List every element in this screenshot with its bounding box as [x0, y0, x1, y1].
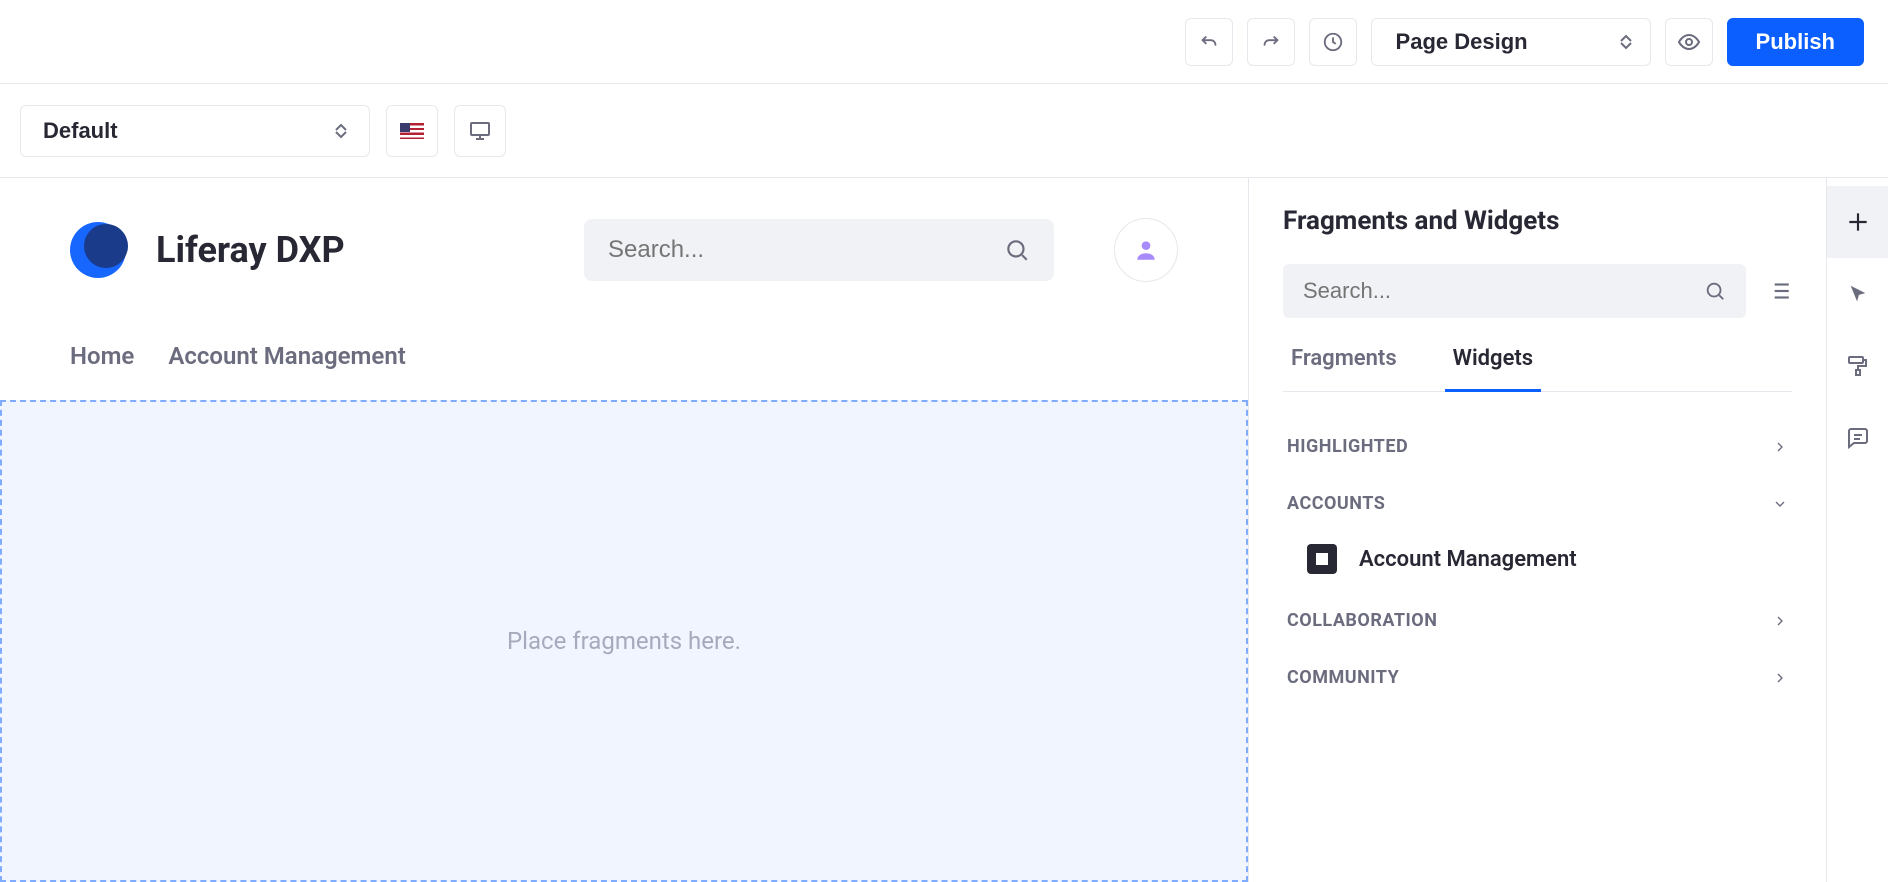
widget-icon	[1307, 544, 1337, 574]
panel-search-row	[1283, 264, 1792, 318]
side-rail	[1826, 178, 1888, 882]
panel-search-input[interactable]	[1303, 278, 1704, 304]
liferay-logo-icon	[70, 222, 126, 278]
undo-icon	[1198, 31, 1220, 53]
sub-toolbar: Default	[0, 84, 1888, 178]
category-label: COMMUNITY	[1287, 667, 1399, 688]
sort-icon	[1620, 34, 1632, 50]
sort-icon	[335, 123, 347, 139]
viewport-button[interactable]	[454, 105, 506, 157]
page-search[interactable]	[584, 219, 1054, 281]
chevron-right-icon	[1772, 613, 1788, 629]
panel-title: Fragments and Widgets	[1283, 206, 1792, 236]
tab-fragments[interactable]: Fragments	[1283, 346, 1405, 392]
category-community[interactable]: COMMUNITY	[1283, 649, 1792, 706]
category-label: COLLABORATION	[1287, 610, 1437, 631]
top-toolbar: Page Design Publish	[0, 0, 1888, 84]
canvas: Liferay DXP Home Account Management Plac…	[0, 178, 1248, 882]
page-header: Liferay DXP	[0, 178, 1248, 282]
flag-us-icon	[400, 123, 424, 139]
page-nav: Home Account Management	[0, 282, 1248, 400]
mode-label: Page Design	[1396, 29, 1528, 55]
nav-link-home[interactable]: Home	[70, 342, 134, 370]
category-collaboration[interactable]: COLLABORATION	[1283, 592, 1792, 649]
undo-button[interactable]	[1185, 18, 1233, 66]
comment-icon	[1846, 426, 1870, 450]
redo-icon	[1260, 31, 1282, 53]
category-accounts[interactable]: ACCOUNTS	[1283, 475, 1792, 532]
category-label: HIGHLIGHTED	[1287, 436, 1408, 457]
experience-select[interactable]: Default	[20, 105, 370, 157]
widget-item-account-management[interactable]: Account Management	[1283, 532, 1792, 592]
plus-icon	[1845, 209, 1871, 235]
nav-link-account-management[interactable]: Account Management	[168, 342, 405, 370]
chevron-right-icon	[1772, 439, 1788, 455]
widget-label: Account Management	[1359, 547, 1577, 572]
eye-icon	[1677, 30, 1701, 54]
category-highlighted[interactable]: HIGHLIGHTED	[1283, 418, 1792, 475]
panel-tabs: Fragments Widgets	[1283, 346, 1792, 392]
language-button[interactable]	[386, 105, 438, 157]
rail-design-button[interactable]	[1827, 330, 1888, 402]
publish-button[interactable]: Publish	[1727, 18, 1864, 66]
category-label: ACCOUNTS	[1287, 493, 1385, 514]
redo-button[interactable]	[1247, 18, 1295, 66]
chevron-right-icon	[1772, 670, 1788, 686]
search-icon	[1704, 280, 1726, 302]
brand-title: Liferay DXP	[156, 229, 345, 271]
list-icon	[1766, 278, 1792, 304]
cursor-icon	[1847, 283, 1869, 305]
desktop-icon	[468, 119, 492, 143]
publish-label: Publish	[1756, 29, 1835, 55]
fragment-dropzone[interactable]: Place fragments here.	[0, 400, 1248, 882]
dropzone-text: Place fragments here.	[507, 627, 741, 655]
tab-widgets[interactable]: Widgets	[1445, 346, 1541, 392]
clock-icon	[1322, 31, 1344, 53]
rail-add-button[interactable]	[1827, 186, 1888, 258]
user-avatar-button[interactable]	[1114, 218, 1178, 282]
user-icon	[1133, 237, 1159, 263]
rail-comments-button[interactable]	[1827, 402, 1888, 474]
panel-search[interactable]	[1283, 264, 1746, 318]
chevron-down-icon	[1772, 496, 1788, 512]
paint-roller-icon	[1846, 354, 1870, 378]
list-view-toggle[interactable]	[1766, 278, 1792, 304]
fragments-widgets-panel: Fragments and Widgets Fragments Widgets …	[1248, 178, 1826, 882]
rail-browser-button[interactable]	[1827, 258, 1888, 330]
history-button[interactable]	[1309, 18, 1357, 66]
preview-button[interactable]	[1665, 18, 1713, 66]
mode-select[interactable]: Page Design	[1371, 18, 1651, 66]
main-area: Liferay DXP Home Account Management Plac…	[0, 178, 1888, 882]
page-search-input[interactable]	[608, 236, 1004, 264]
experience-label: Default	[43, 118, 118, 144]
search-icon	[1004, 237, 1030, 263]
